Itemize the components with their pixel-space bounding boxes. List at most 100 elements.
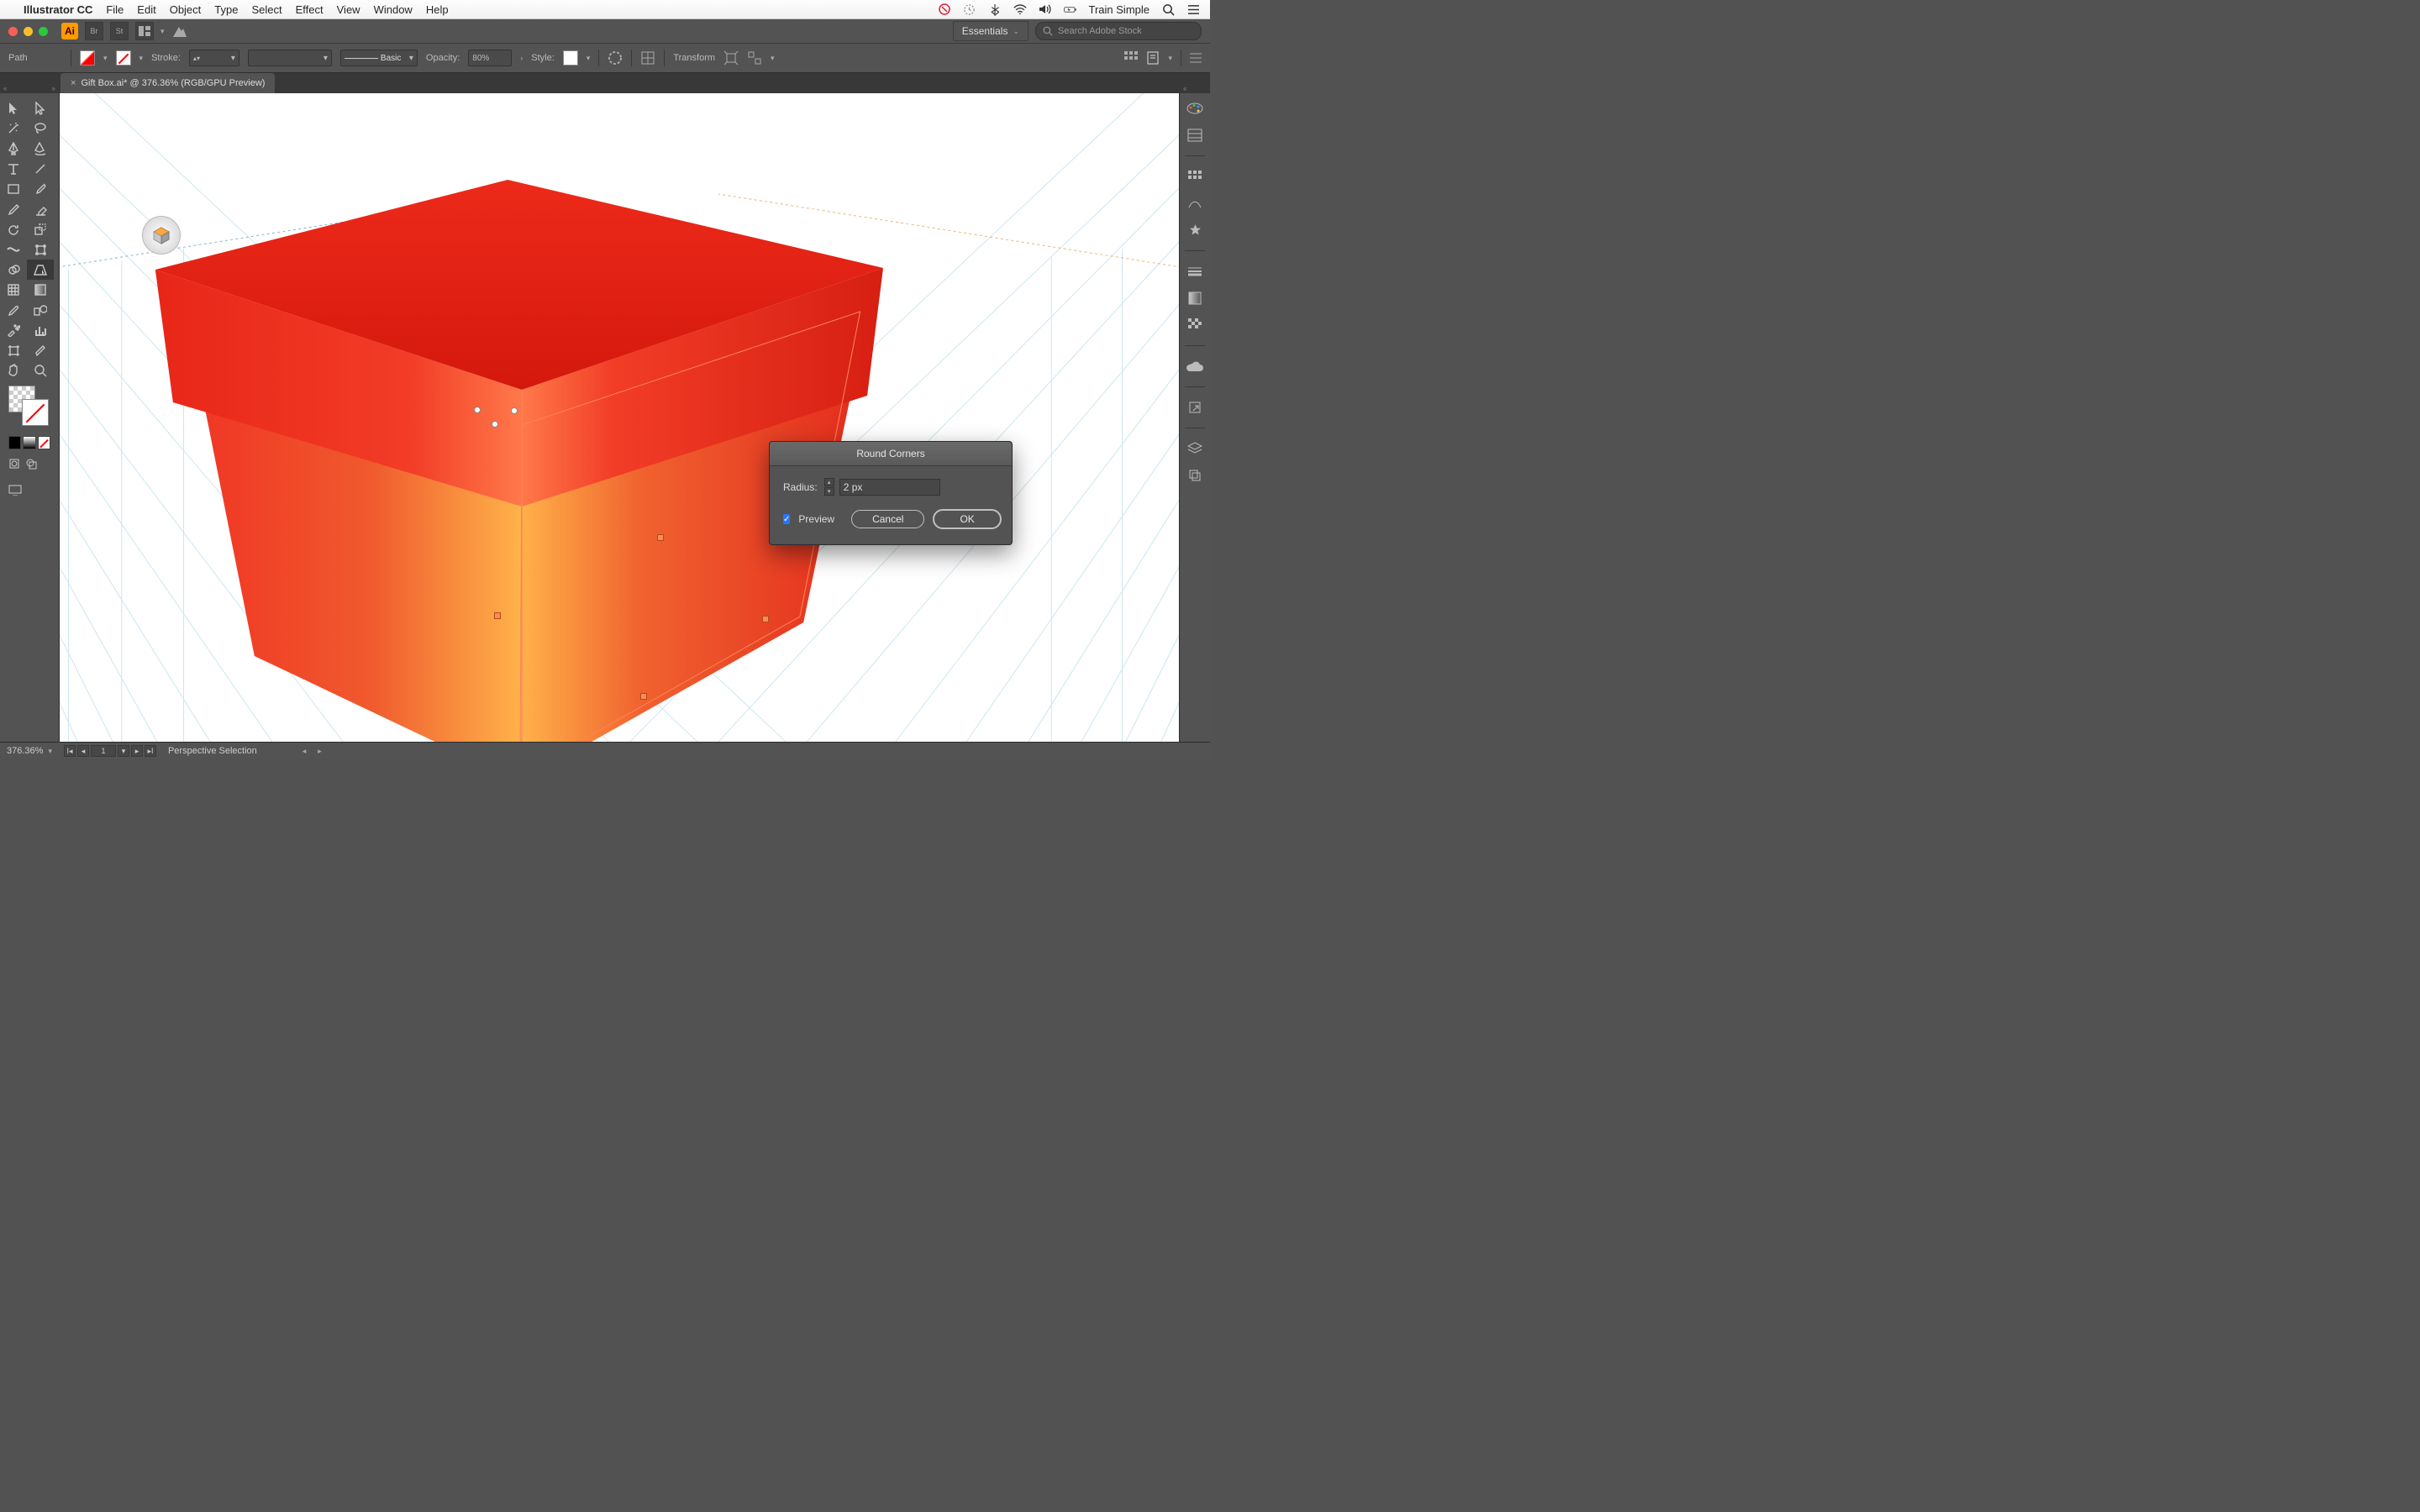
line-segment-tool[interactable] bbox=[27, 159, 54, 179]
stroke-panel-icon[interactable] bbox=[1185, 261, 1205, 281]
blend-tool[interactable] bbox=[27, 300, 54, 320]
menu-file[interactable]: File bbox=[106, 3, 124, 16]
menu-help[interactable]: Help bbox=[426, 3, 449, 16]
stroke-dropdown-icon[interactable]: ▾ bbox=[139, 54, 144, 63]
spotlight-icon[interactable] bbox=[1161, 3, 1175, 16]
menu-edit[interactable]: Edit bbox=[137, 3, 155, 16]
perspective-selection-tool[interactable] bbox=[27, 260, 54, 280]
menu-view[interactable]: View bbox=[337, 3, 360, 16]
selection-handle[interactable] bbox=[657, 534, 664, 541]
selection-handle[interactable] bbox=[640, 693, 647, 700]
menu-type[interactable]: Type bbox=[214, 3, 238, 16]
color-guide-panel-icon[interactable] bbox=[1185, 125, 1205, 145]
curvature-tool[interactable] bbox=[27, 139, 54, 159]
fill-swatch[interactable] bbox=[80, 50, 95, 66]
menu-window[interactable]: Window bbox=[374, 3, 413, 16]
battery-icon[interactable] bbox=[1064, 3, 1077, 16]
transform-label[interactable]: Transform bbox=[673, 53, 715, 63]
width-tool[interactable] bbox=[0, 239, 27, 260]
menu-select[interactable]: Select bbox=[251, 3, 281, 16]
pencil-tool[interactable] bbox=[0, 199, 27, 219]
draw-behind-icon[interactable] bbox=[25, 458, 37, 478]
fill-stroke-indicator[interactable] bbox=[0, 381, 59, 431]
adobe-stock-search[interactable]: Search Adobe Stock bbox=[1035, 22, 1202, 40]
window-minimize-button[interactable] bbox=[24, 27, 33, 36]
menu-object[interactable]: Object bbox=[170, 3, 202, 16]
artboards-panel-icon[interactable] bbox=[1185, 465, 1205, 486]
opacity-input[interactable]: 80% bbox=[468, 50, 512, 66]
app-name[interactable]: Illustrator CC bbox=[24, 3, 92, 16]
screen-mode-button[interactable] bbox=[0, 481, 59, 499]
zoom-tool[interactable] bbox=[27, 360, 54, 381]
color-mode-none[interactable] bbox=[38, 436, 50, 449]
perspective-plane-widget[interactable] bbox=[142, 216, 181, 255]
artboard-dropdown-icon[interactable]: ▾ bbox=[118, 745, 129, 757]
prev-artboard-button[interactable]: ◂ bbox=[77, 745, 89, 757]
slice-tool[interactable] bbox=[27, 340, 54, 360]
radius-input[interactable]: 2 px bbox=[839, 479, 940, 496]
opacity-arrow-icon[interactable]: › bbox=[520, 54, 523, 62]
time-machine-icon[interactable] bbox=[963, 3, 976, 16]
status-scroll-left-icon[interactable]: ◂ bbox=[302, 747, 307, 756]
draw-normal-icon[interactable] bbox=[8, 458, 20, 478]
volume-icon[interactable] bbox=[1039, 3, 1052, 16]
stock-button[interactable]: St bbox=[110, 22, 129, 40]
selection-handle[interactable] bbox=[762, 616, 769, 622]
type-tool[interactable] bbox=[0, 159, 27, 179]
lasso-tool[interactable] bbox=[27, 118, 54, 139]
bridge-button[interactable]: Br bbox=[85, 22, 103, 40]
anchor-point[interactable] bbox=[474, 407, 481, 413]
canvas[interactable]: Round Corners Radius: ▴▾ 2 px ✓ Preview … bbox=[60, 93, 1179, 742]
shape-builder-tool[interactable] bbox=[0, 260, 27, 280]
isolate-button[interactable] bbox=[723, 50, 739, 66]
graphic-style-swatch[interactable] bbox=[563, 50, 578, 66]
scale-tool[interactable] bbox=[27, 219, 54, 239]
next-artboard-button[interactable]: ▸ bbox=[131, 745, 143, 757]
document-tab[interactable]: × Gift Box.ai* @ 376.36% (RGB/GPU Previe… bbox=[60, 73, 275, 93]
rotate-tool[interactable] bbox=[0, 219, 27, 239]
user-account[interactable]: Train Simple bbox=[1089, 3, 1150, 16]
ok-button[interactable]: OK bbox=[933, 509, 1001, 529]
bluetooth-icon[interactable] bbox=[988, 3, 1002, 16]
cc-sync-error-icon[interactable] bbox=[938, 3, 951, 16]
layers-panel-icon[interactable] bbox=[1185, 438, 1205, 459]
symbols-panel-icon[interactable] bbox=[1185, 220, 1205, 240]
wifi-icon[interactable] bbox=[1013, 3, 1027, 16]
preview-checkbox[interactable]: ✓ bbox=[783, 514, 790, 524]
status-scroll-right-icon[interactable]: ▸ bbox=[318, 747, 322, 756]
selection-tool[interactable] bbox=[0, 98, 27, 118]
stroke-color-icon[interactable] bbox=[22, 399, 49, 426]
right-panel-collapse-handle[interactable]: « bbox=[1183, 85, 1186, 92]
menu-effect[interactable]: Effect bbox=[296, 3, 324, 16]
transparency-panel-icon[interactable] bbox=[1185, 315, 1205, 335]
anchor-point[interactable] bbox=[511, 407, 518, 414]
cancel-button[interactable]: Cancel bbox=[851, 510, 924, 528]
color-mode-color[interactable] bbox=[8, 436, 21, 449]
variable-width-profile[interactable]: ▾ bbox=[248, 50, 332, 66]
window-zoom-button[interactable] bbox=[39, 27, 48, 36]
notification-center-icon[interactable] bbox=[1186, 3, 1200, 16]
symbol-sprayer-tool[interactable] bbox=[0, 320, 27, 340]
stroke-swatch[interactable] bbox=[116, 50, 131, 66]
gradient-panel-icon[interactable] bbox=[1185, 288, 1205, 308]
asset-export-panel-icon[interactable] bbox=[1185, 397, 1205, 417]
workspace-switcher[interactable]: Essentials ⌄ bbox=[953, 21, 1028, 41]
align-button[interactable] bbox=[640, 50, 655, 66]
tools-collapse-handle-right[interactable]: » bbox=[52, 85, 55, 92]
fill-dropdown-icon[interactable]: ▾ bbox=[103, 54, 108, 63]
cc-libraries-panel-icon[interactable] bbox=[1185, 356, 1205, 376]
paintbrush-tool[interactable] bbox=[27, 179, 54, 199]
swatches-panel-icon[interactable] bbox=[1185, 166, 1205, 186]
mesh-tool[interactable] bbox=[0, 280, 27, 300]
rectangle-tool[interactable] bbox=[0, 179, 27, 199]
first-artboard-button[interactable]: I◂ bbox=[64, 745, 76, 757]
color-mode-gradient[interactable] bbox=[23, 436, 35, 449]
window-close-button[interactable] bbox=[8, 27, 18, 36]
selection-handle[interactable] bbox=[494, 612, 501, 619]
artboard-tool[interactable] bbox=[0, 340, 27, 360]
document-setup-button[interactable] bbox=[1146, 51, 1160, 65]
gpu-performance-icon[interactable] bbox=[171, 23, 188, 39]
doc-setup-dropdown-icon[interactable]: ▾ bbox=[1168, 54, 1172, 63]
select-similar-dropdown-icon[interactable]: ▾ bbox=[771, 54, 775, 63]
control-bar-menu-icon[interactable] bbox=[1190, 53, 1202, 63]
